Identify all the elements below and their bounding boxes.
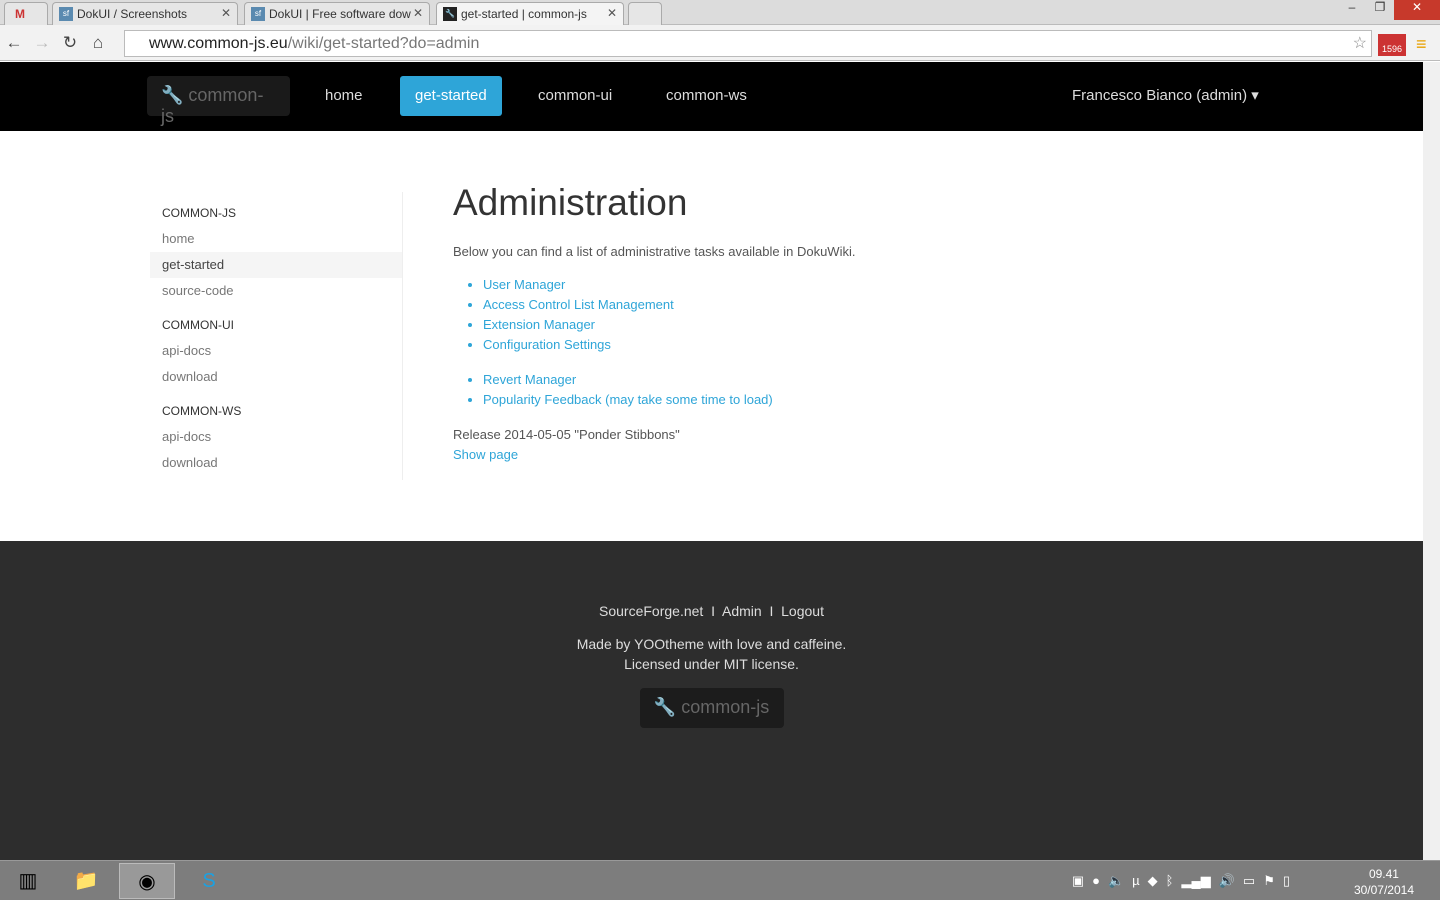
- sidebar-item-api-docs[interactable]: api-docs: [150, 424, 402, 450]
- close-tab-icon[interactable]: ✕: [413, 6, 423, 20]
- footer-logout-link[interactable]: Logout: [781, 603, 824, 619]
- sidebar: COMMON-JS home get-started source-code C…: [150, 192, 403, 480]
- top-nav: 🔧 common-js home get-started common-ui c…: [0, 62, 1423, 131]
- acl-link[interactable]: Access Control List Management: [483, 297, 674, 312]
- signal-icon[interactable]: ▂▄▆: [1181, 873, 1210, 889]
- sidebar-item-home[interactable]: home: [150, 226, 402, 252]
- release-text: Release 2014-05-05 "Ponder Stibbons": [453, 427, 680, 442]
- url-path: /wiki/get-started?do=admin: [287, 35, 480, 52]
- page-title: Administration: [453, 182, 688, 223]
- nav-common-ws[interactable]: common-ws: [651, 76, 762, 116]
- sf-icon: sf: [251, 7, 265, 21]
- footer-credit: Made by YOOtheme with love and caffeine.: [576, 636, 847, 652]
- star-icon[interactable]: ☆: [1353, 33, 1367, 53]
- config-settings-link[interactable]: Configuration Settings: [483, 337, 611, 352]
- sidebar-heading: COMMON-WS: [162, 404, 242, 418]
- close-window-button[interactable]: ✕: [1394, 0, 1440, 20]
- reload-icon[interactable]: ↻: [56, 33, 84, 53]
- scrollbar[interactable]: [1423, 62, 1440, 860]
- show-page-link[interactable]: Show page: [453, 447, 518, 462]
- caret-down-icon: ▾: [1251, 87, 1259, 104]
- user-manager-link[interactable]: User Manager: [483, 277, 565, 292]
- clock[interactable]: 09.41 30/07/2014: [1354, 866, 1414, 898]
- wrench-icon: 🔧: [443, 7, 457, 21]
- tab-label: DokUI | Free software dow: [269, 7, 411, 21]
- tab-dokui-free[interactable]: sf DokUI | Free software dow ✕: [244, 2, 430, 25]
- tab-label: DokUI / Screenshots: [77, 7, 188, 21]
- footer-brand-label: common-js: [681, 697, 770, 717]
- revert-manager-link[interactable]: Revert Manager: [483, 372, 576, 387]
- sidebar-item-source-code[interactable]: source-code: [150, 278, 402, 304]
- close-tab-icon[interactable]: ✕: [607, 6, 617, 20]
- chrome-icon[interactable]: ◉: [119, 863, 175, 899]
- footer-sourceforge-link[interactable]: SourceForge.net: [599, 603, 703, 619]
- close-tab-icon[interactable]: ✕: [221, 6, 231, 20]
- tab-strip: M sf DokUI / Screenshots ✕ sf DokUI | Free …: [0, 0, 1440, 25]
- sidebar-heading: COMMON-JS: [162, 206, 236, 220]
- sidebar-item-download[interactable]: download: [150, 364, 402, 390]
- tab-label: get-started | common-js: [461, 7, 587, 21]
- tab-dokui-screenshots[interactable]: sf DokUI / Screenshots ✕: [52, 2, 238, 25]
- brand-button[interactable]: 🔧 common-js: [147, 76, 290, 126]
- back-icon[interactable]: ←: [0, 33, 28, 53]
- brand-label: common-js: [161, 85, 264, 126]
- tab-gmail[interactable]: M: [4, 2, 48, 25]
- nav-get-started[interactable]: get-started: [400, 76, 502, 116]
- footer-license: Licensed under MIT license.: [624, 656, 799, 672]
- start-icon[interactable]: ▥: [0, 863, 56, 899]
- volume-icon[interactable]: 🔈: [1108, 873, 1124, 889]
- dropbox-icon[interactable]: ◆: [1148, 873, 1158, 889]
- bluetooth-icon[interactable]: ᛒ: [1166, 873, 1174, 889]
- home-icon[interactable]: ⌂: [84, 33, 112, 53]
- footer: SourceForge.net I Admin I Logout Made by…: [0, 541, 1423, 860]
- ext-badge: 1596: [1381, 44, 1403, 54]
- display-icon[interactable]: ▭: [1243, 873, 1255, 889]
- menu-icon[interactable]: ≡: [1416, 34, 1427, 55]
- battery-icon[interactable]: ▯: [1283, 873, 1290, 889]
- monitor-icon[interactable]: ▣: [1072, 873, 1084, 889]
- separator: I: [711, 603, 715, 619]
- admin-task-list: User Manager Access Control List Managem…: [483, 275, 855, 355]
- separator: I: [769, 603, 774, 619]
- url-host: www.common-js.eu: [149, 35, 288, 52]
- sidebar-item-api-docs[interactable]: api-docs: [150, 338, 402, 364]
- date: 30/07/2014: [1353, 883, 1414, 897]
- time: 09.41: [1368, 867, 1399, 881]
- taskbar: ▥ 📁 ◉ S ▣ ● 🔈 µ ◆ ᛒ ▂▄▆ 🔊 ▭ ⚑ ▯ 09.41 30/07/2014: [0, 860, 1440, 900]
- minimize-button[interactable]: –: [1338, 0, 1366, 20]
- system-tray: ▣ ● 🔈 µ ◆ ᛒ ▂▄▆ 🔊 ▭ ⚑ ▯: [1072, 873, 1290, 889]
- file-explorer-icon[interactable]: 📁: [58, 863, 114, 899]
- nav-common-ui[interactable]: common-ui: [523, 76, 627, 116]
- nav-home[interactable]: home: [310, 76, 378, 116]
- footer-admin-link[interactable]: Admin: [722, 603, 762, 619]
- tab-get-started[interactable]: 🔧 get-started | common-js ✕: [436, 2, 624, 25]
- sf-icon: sf: [59, 7, 73, 21]
- sidebar-heading: COMMON-UI: [162, 318, 234, 332]
- restore-button[interactable]: ❐: [1366, 0, 1394, 20]
- speaker-icon[interactable]: 🔊: [1219, 873, 1235, 889]
- address-bar[interactable]: www.common-js.eu/wiki/get-started?do=adm…: [124, 30, 1372, 57]
- main-content: Administration Below you can find a list…: [453, 182, 855, 465]
- user-menu[interactable]: Francesco Bianco (admin) ▾: [1057, 76, 1274, 116]
- gmail-extension-icon[interactable]: 1596: [1378, 34, 1406, 56]
- skype-icon[interactable]: S: [181, 863, 237, 899]
- intro-text: Below you can find a list of administrat…: [453, 244, 856, 259]
- user-name: Francesco Bianco (admin): [1072, 87, 1248, 104]
- utorrent-icon[interactable]: µ: [1132, 873, 1140, 889]
- forward-icon[interactable]: →: [28, 33, 56, 53]
- admin-extra-list: Revert Manager Popularity Feedback (may …: [483, 370, 855, 410]
- sidebar-item-download[interactable]: download: [150, 450, 402, 476]
- new-tab-button[interactable]: [628, 2, 662, 25]
- sidebar-item-get-started[interactable]: get-started: [150, 252, 402, 278]
- footer-brand-button[interactable]: 🔧 common-js: [639, 688, 784, 728]
- flag-icon[interactable]: ⚑: [1263, 873, 1275, 889]
- norton-icon[interactable]: ●: [1092, 873, 1100, 889]
- popularity-feedback-link[interactable]: Popularity Feedback (may take some time …: [483, 392, 773, 407]
- extension-manager-link[interactable]: Extension Manager: [483, 317, 595, 332]
